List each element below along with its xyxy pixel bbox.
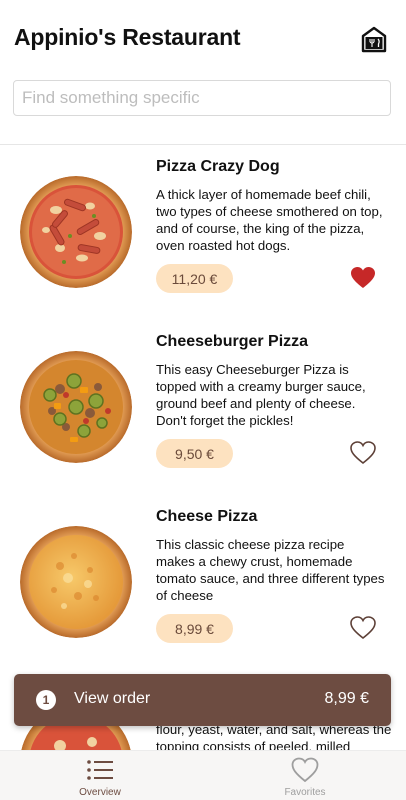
page-title: Appinio's Restaurant xyxy=(14,24,241,50)
item-description: A thick layer of homemade beef chili, tw… xyxy=(156,187,383,253)
item-description: This easy Cheeseburger Pizza is topped w… xyxy=(156,362,366,428)
heart-outline-icon xyxy=(291,757,319,783)
app-header: Appinio's Restaurant xyxy=(0,0,406,145)
search-input[interactable] xyxy=(13,80,391,116)
order-count-badge: 1 xyxy=(36,690,56,710)
price-badge: 9,50 € xyxy=(156,439,233,468)
restaurant-menu-icon[interactable] xyxy=(360,25,388,53)
item-name: Cheeseburger Pizza xyxy=(156,333,309,350)
menu-item[interactable]: Cheeseburger Pizza This easy Cheeseburge… xyxy=(0,321,406,496)
pizza-image xyxy=(20,351,132,463)
view-order-button[interactable]: 1 View order 8,99 € xyxy=(14,674,391,726)
heart-filled-icon[interactable] xyxy=(350,266,376,290)
pizza-image xyxy=(20,526,132,638)
heart-outline-icon[interactable] xyxy=(350,441,376,465)
item-name: Pizza Crazy Dog xyxy=(156,158,280,175)
nav-label: Favorites xyxy=(284,787,326,798)
menu-list[interactable]: Pizza Crazy Dog A thick layer of homemad… xyxy=(0,146,406,750)
price-badge: 8,99 € xyxy=(156,614,233,643)
nav-item-favorites[interactable]: Favorites xyxy=(245,751,365,800)
price-badge: 11,20 € xyxy=(156,264,233,293)
nav-item-overview[interactable]: Overview xyxy=(40,751,160,800)
menu-item[interactable]: Pizza Crazy Dog A thick layer of homemad… xyxy=(0,146,406,321)
item-description: This classic cheese pizza recipe makes a… xyxy=(156,537,385,603)
menu-item[interactable]: Cheese Pizza This classic cheese pizza r… xyxy=(0,496,406,671)
nav-label: Overview xyxy=(79,787,121,798)
list-icon xyxy=(87,760,113,780)
order-total: 8,99 € xyxy=(324,690,369,707)
view-order-label: View order xyxy=(74,690,151,707)
item-name: Cheese Pizza xyxy=(156,508,258,525)
bottom-navigation: Overview Favorites xyxy=(0,750,406,800)
pizza-image xyxy=(20,176,132,288)
heart-outline-icon[interactable] xyxy=(350,616,376,640)
